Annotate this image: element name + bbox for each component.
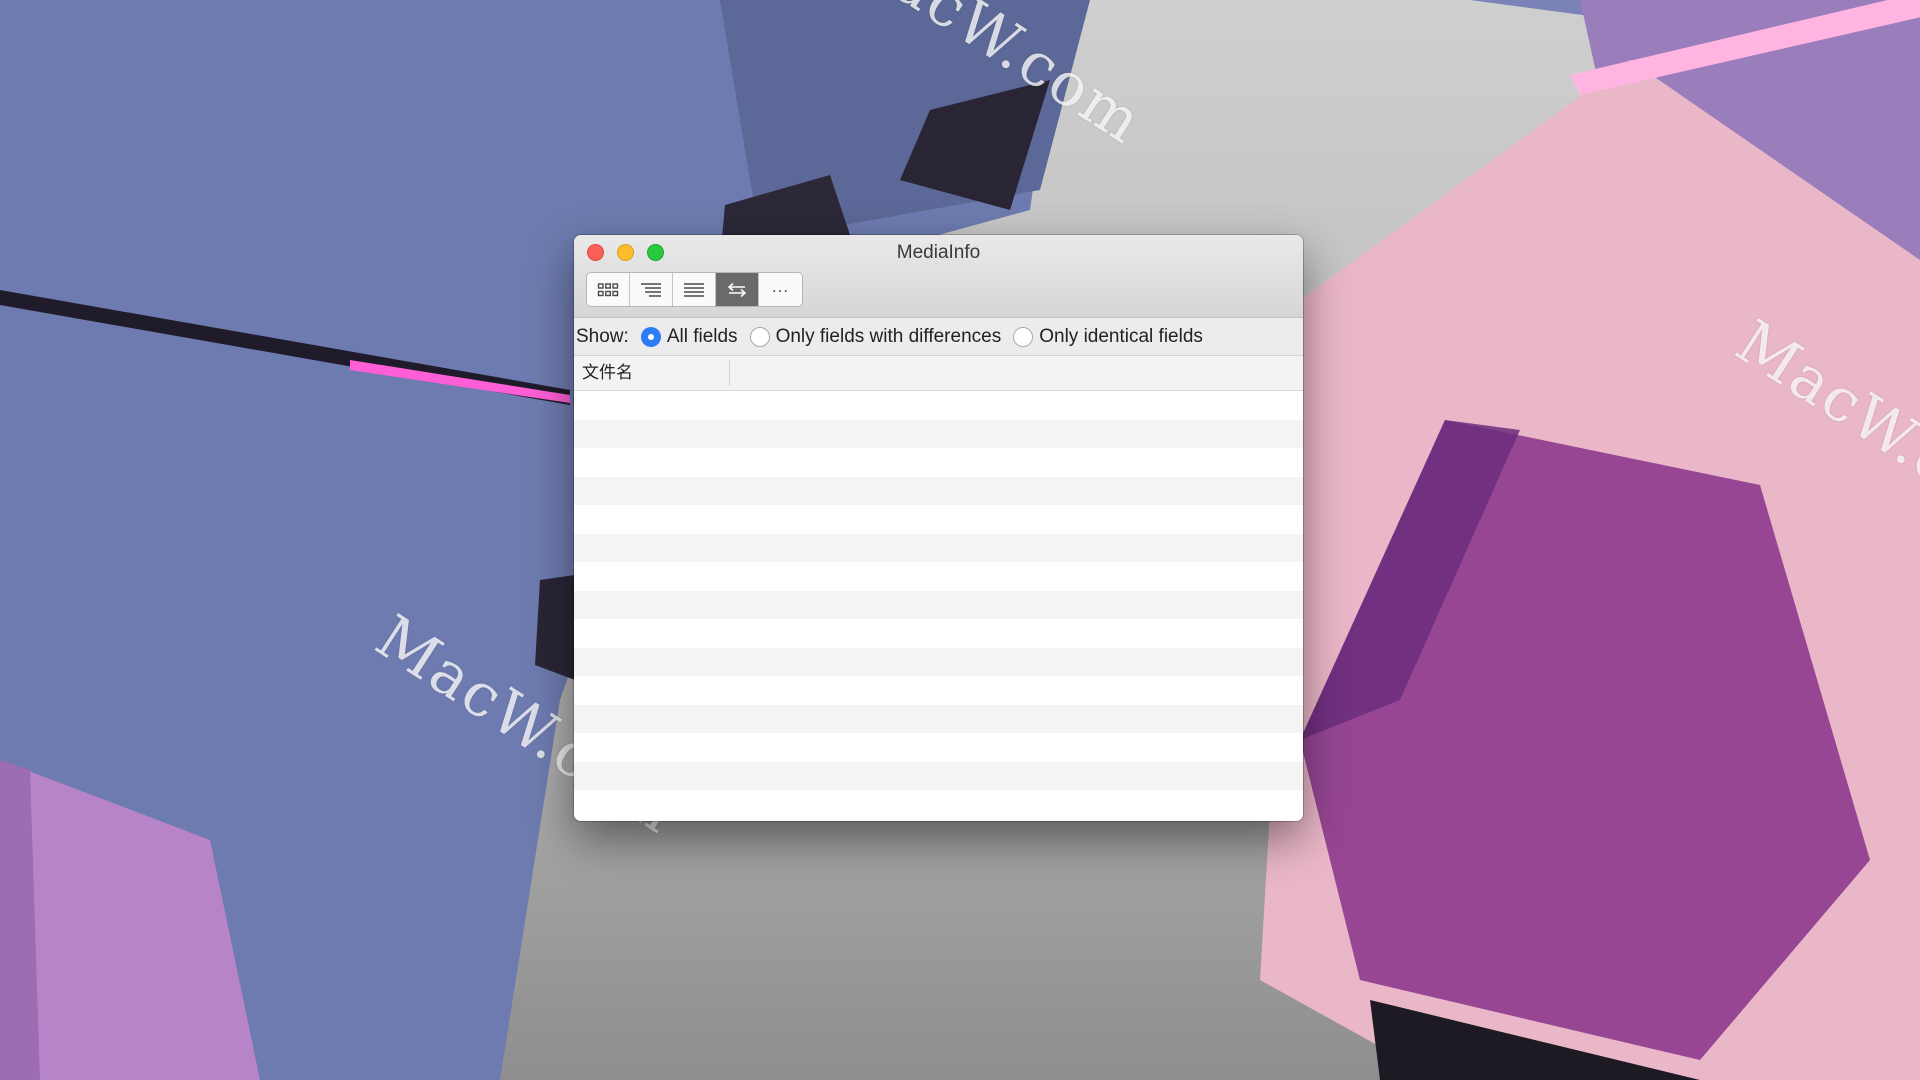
radio-button[interactable] [640, 326, 661, 347]
table-row[interactable] [574, 733, 1303, 762]
compare-view-icon [726, 282, 748, 298]
grid-view-icon [597, 282, 619, 298]
more-button[interactable]: ... [759, 273, 802, 306]
mediainfo-window: MediaInfo ... Show: All fields Only fiel… [574, 235, 1303, 821]
table-row[interactable] [574, 476, 1303, 505]
tree-view-button[interactable] [630, 273, 673, 306]
radio-button[interactable] [1013, 326, 1034, 347]
table-row[interactable] [574, 761, 1303, 790]
radio-label: Only identical fields [1039, 325, 1203, 347]
table-row[interactable] [574, 619, 1303, 648]
tree-view-icon [640, 282, 662, 298]
radio-identical-fields[interactable]: Only identical fields [1013, 326, 1203, 348]
comparison-table[interactable]: 文件名 [574, 355, 1303, 821]
title-bar: MediaInfo ... [574, 235, 1303, 318]
table-rows [574, 391, 1303, 819]
table-row[interactable] [574, 419, 1303, 448]
table-row[interactable] [574, 704, 1303, 733]
table-row[interactable] [574, 790, 1303, 819]
compare-view-button[interactable] [716, 273, 759, 306]
radio-fields-with-differences[interactable]: Only fields with differences [749, 325, 1002, 348]
text-view-button[interactable] [673, 273, 716, 306]
table-row[interactable] [574, 647, 1303, 676]
table-row[interactable] [574, 448, 1303, 477]
radio-label: Only fields with differences [775, 325, 1002, 347]
table-row[interactable] [574, 562, 1303, 591]
table-row[interactable] [574, 391, 1303, 420]
table-row[interactable] [574, 590, 1303, 619]
column-header-filename[interactable]: 文件名 [574, 360, 730, 386]
view-mode-toolbar: ... [586, 272, 803, 307]
show-filter: Show: All fields Only fields with differ… [574, 318, 1303, 355]
radio-button[interactable] [749, 326, 770, 347]
desktop: MacW.com MacW.com MacW.com MediaInfo [0, 0, 1920, 1080]
table-row[interactable] [574, 505, 1303, 534]
window-title: MediaInfo [896, 242, 981, 263]
grid-view-button[interactable] [587, 273, 630, 306]
radio-label: All fields [666, 325, 738, 347]
radio-all-fields[interactable]: All fields [640, 325, 738, 348]
show-label: Show: [576, 325, 629, 347]
more-icon: ... [771, 277, 790, 296]
text-view-icon [683, 282, 705, 298]
table-row[interactable] [574, 533, 1303, 562]
table-row[interactable] [574, 676, 1303, 705]
table-header: 文件名 [574, 356, 1303, 391]
